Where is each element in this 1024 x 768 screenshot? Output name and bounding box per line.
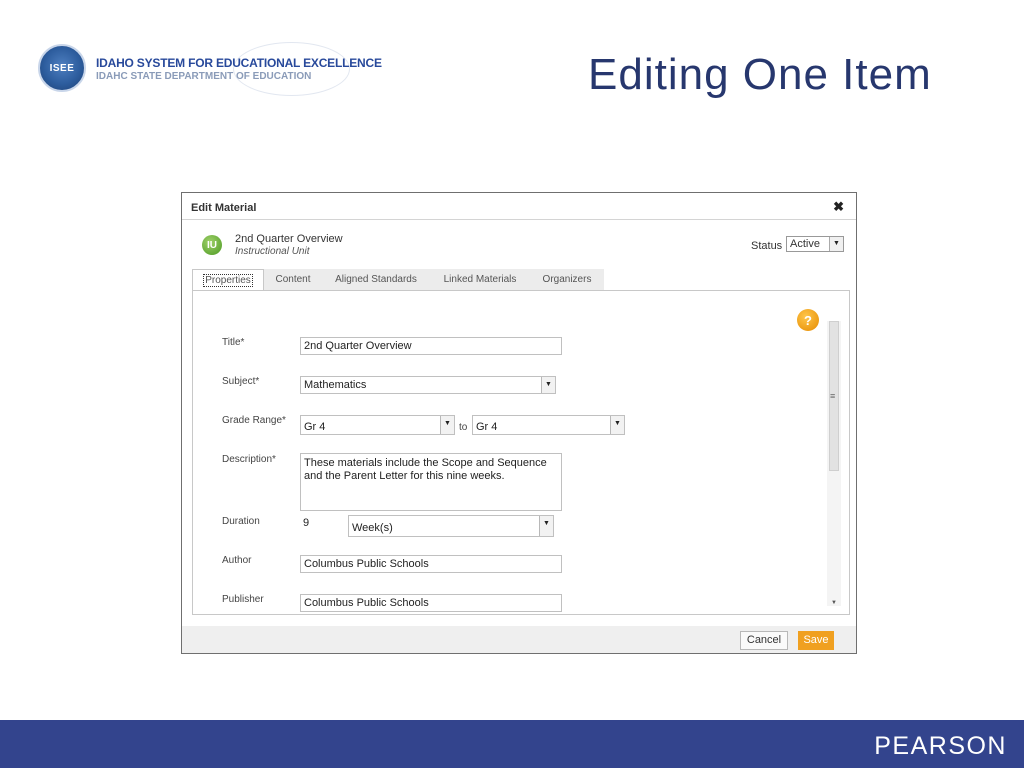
publisher-input[interactable]: Columbus Public Schools xyxy=(300,594,562,612)
title-input[interactable]: 2nd Quarter Overview xyxy=(300,337,562,355)
chevron-down-icon[interactable]: ▼ xyxy=(440,416,454,434)
tab-content[interactable]: Content xyxy=(264,269,322,291)
footer-bar: PEARSON xyxy=(0,720,1024,768)
grip-icon: ≡ xyxy=(830,391,836,401)
chevron-down-icon[interactable]: ▼ xyxy=(541,377,555,393)
status-select[interactable]: Active ▼ xyxy=(786,236,844,252)
tab-organizers[interactable]: Organizers xyxy=(530,269,604,291)
author-label: Author xyxy=(222,555,252,566)
dialog-header: Edit Material ✖ xyxy=(182,193,856,220)
tab-linked-materials[interactable]: Linked Materials xyxy=(430,269,530,291)
isee-seal-icon: ISEE xyxy=(38,44,86,92)
instructional-unit-icon: IU xyxy=(202,235,222,255)
dialog-title: Edit Material xyxy=(191,202,257,214)
item-type: Instructional Unit xyxy=(235,246,310,257)
dialog-footer: Cancel Save xyxy=(182,626,856,653)
save-button[interactable]: Save xyxy=(798,631,834,650)
chevron-down-icon[interactable]: ▼ xyxy=(539,516,553,536)
edit-material-dialog: Edit Material ✖ IU 2nd Quarter Overview … xyxy=(181,192,857,654)
properties-panel: ? Title* 2nd Quarter Overview Subject* M… xyxy=(192,290,850,615)
description-label: Description* xyxy=(222,454,276,465)
tab-aligned-standards[interactable]: Aligned Standards xyxy=(322,269,430,291)
isee-logo: ISEE IDAHO SYSTEM FOR EDUCATIONAL EXCELL… xyxy=(38,42,382,96)
duration-unit-select[interactable]: Week(s) ▼ xyxy=(348,515,554,537)
help-icon[interactable]: ? xyxy=(797,309,819,331)
scroll-down-arrow-icon[interactable]: ▼ xyxy=(831,600,837,606)
close-icon[interactable]: ✖ xyxy=(833,199,844,215)
subject-select[interactable]: Mathematics ▼ xyxy=(300,376,556,394)
vertical-scrollbar[interactable]: ≡ ▼ xyxy=(827,321,841,606)
subject-label: Subject* xyxy=(222,376,260,387)
grade-from-select[interactable]: Gr 4 ▼ xyxy=(300,415,455,435)
grade-to-select[interactable]: Gr 4 ▼ xyxy=(472,415,625,435)
grade-to-label: to xyxy=(459,422,468,433)
author-input[interactable]: Columbus Public Schools xyxy=(300,555,562,573)
logo-line-2: IDAHC STATE DEPARTMENT OF EDUCATION xyxy=(96,71,312,82)
description-textarea[interactable]: These materials include the Scope and Se… xyxy=(300,453,562,511)
publisher-label: Publisher xyxy=(222,594,264,605)
pearson-logo: PEARSON xyxy=(874,732,1007,760)
status-label: Status xyxy=(751,240,783,252)
tab-properties[interactable]: Properties xyxy=(192,269,264,291)
tab-bar: Properties Content Aligned Standards Lin… xyxy=(192,269,604,291)
chevron-down-icon[interactable]: ▼ xyxy=(610,416,624,434)
chevron-down-icon[interactable]: ▼ xyxy=(829,237,843,251)
grade-range-label: Grade Range* xyxy=(222,415,286,426)
item-summary: IU 2nd Quarter Overview Instructional Un… xyxy=(202,231,844,261)
cancel-button[interactable]: Cancel xyxy=(740,631,788,650)
duration-label: Duration xyxy=(222,516,260,527)
duration-number-input[interactable]: 9 xyxy=(300,515,348,537)
item-name: 2nd Quarter Overview xyxy=(235,233,343,245)
logo-line-1: IDAHO SYSTEM FOR EDUCATIONAL EXCELLENCE xyxy=(96,56,382,70)
title-label: Title* xyxy=(222,337,245,348)
slide-title: Editing One Item xyxy=(588,50,932,99)
